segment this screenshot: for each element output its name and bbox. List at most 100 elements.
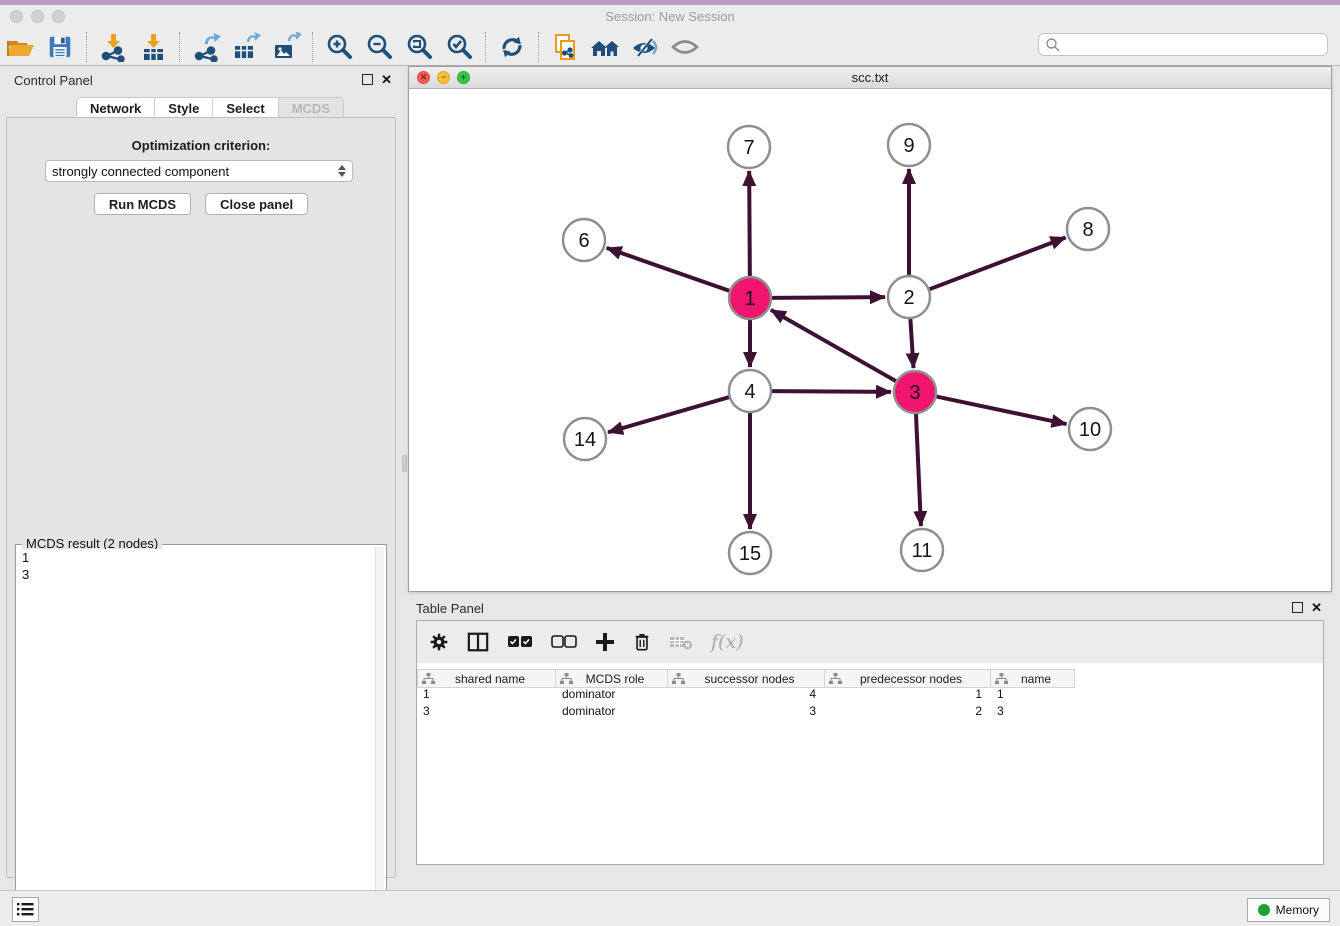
column-header-name[interactable]: name bbox=[991, 669, 1075, 688]
cell-name[interactable]: 1 bbox=[991, 686, 1075, 703]
network-file-button[interactable] bbox=[545, 30, 585, 64]
table-row[interactable]: 3dominator323 bbox=[417, 703, 1323, 720]
node-3[interactable]: 3 bbox=[894, 371, 936, 413]
memory-button[interactable]: Memory bbox=[1247, 898, 1330, 922]
edge-3-10[interactable] bbox=[937, 397, 1067, 424]
search-box[interactable] bbox=[1038, 33, 1328, 56]
table-panel-title: Table Panel bbox=[416, 601, 484, 616]
delete-column-button[interactable] bbox=[633, 632, 651, 652]
zoom-fit-button[interactable] bbox=[399, 30, 439, 64]
edge-4-14[interactable] bbox=[608, 397, 729, 432]
birds-eye-view-button[interactable] bbox=[665, 30, 705, 64]
edge-2-8[interactable] bbox=[930, 238, 1066, 290]
close-table-panel-icon[interactable]: ✕ bbox=[1311, 602, 1322, 613]
column-header-MCDS-role[interactable]: MCDS role bbox=[556, 669, 668, 688]
add-column-button[interactable] bbox=[595, 632, 615, 652]
zoom-fit-icon bbox=[404, 32, 434, 62]
column-layout-button[interactable] bbox=[467, 631, 489, 653]
delete-table-button[interactable] bbox=[669, 633, 693, 651]
run-mcds-button[interactable]: Run MCDS bbox=[94, 193, 191, 215]
open-folder-icon bbox=[5, 32, 35, 62]
unchecked-boxes-icon bbox=[551, 634, 577, 650]
close-panel-icon[interactable]: ✕ bbox=[381, 74, 392, 85]
birds-eye-icon bbox=[669, 32, 701, 62]
network-canvas[interactable]: 7 9 6 8 1 2 4 3 14 10 15 11 bbox=[409, 89, 1331, 591]
search-input[interactable] bbox=[1061, 35, 1327, 54]
mcds-result-text[interactable]: 1 3 bbox=[18, 549, 374, 918]
export-table-button[interactable] bbox=[226, 30, 266, 64]
cell-predecessor-nodes[interactable]: 2 bbox=[825, 703, 991, 720]
node-7[interactable]: 7 bbox=[728, 126, 770, 168]
column-header-predecessor-nodes[interactable]: predecessor nodes bbox=[825, 669, 991, 688]
table-settings-button[interactable] bbox=[429, 632, 449, 652]
panel-divider-handle[interactable] bbox=[402, 455, 407, 472]
criterion-dropdown[interactable]: strongly connected component bbox=[45, 160, 353, 182]
float-table-panel-icon[interactable] bbox=[1292, 602, 1303, 613]
zoom-in-button[interactable] bbox=[319, 30, 359, 64]
node-8[interactable]: 8 bbox=[1067, 208, 1109, 250]
import-table-button[interactable] bbox=[133, 30, 173, 64]
column-type-icon bbox=[560, 673, 573, 685]
cell-name[interactable]: 3 bbox=[991, 703, 1075, 720]
cell-MCDS-role[interactable]: dominator bbox=[556, 703, 668, 720]
node-9[interactable]: 9 bbox=[888, 124, 930, 166]
cell-successor-nodes[interactable]: 3 bbox=[668, 703, 825, 720]
network-window-titlebar[interactable]: ✕ − + scc.txt bbox=[409, 67, 1331, 89]
export-network-icon bbox=[191, 32, 221, 62]
zoom-selected-button[interactable] bbox=[439, 30, 479, 64]
refresh-button[interactable] bbox=[492, 30, 532, 64]
deselect-all-button[interactable] bbox=[551, 634, 577, 650]
mcds-result-scrollbar[interactable] bbox=[375, 547, 384, 919]
edge-2-3[interactable] bbox=[910, 319, 913, 368]
column-header-shared-name[interactable]: shared name bbox=[417, 669, 556, 688]
import-network-button[interactable] bbox=[93, 30, 133, 64]
memory-label: Memory bbox=[1276, 903, 1319, 917]
close-panel-button[interactable]: Close panel bbox=[205, 193, 308, 215]
edge-3-11[interactable] bbox=[916, 414, 921, 526]
select-all-button[interactable] bbox=[507, 634, 533, 650]
node-label: 11 bbox=[912, 540, 933, 562]
import-network-icon bbox=[98, 32, 128, 62]
column-header-successor-nodes[interactable]: successor nodes bbox=[668, 669, 825, 688]
cell-shared-name[interactable]: 1 bbox=[417, 686, 556, 703]
cell-shared-name[interactable]: 3 bbox=[417, 703, 556, 720]
table-row[interactable]: 1dominator411 bbox=[417, 686, 1323, 703]
node-10[interactable]: 10 bbox=[1069, 408, 1111, 450]
node-15[interactable]: 15 bbox=[729, 532, 771, 574]
cell-predecessor-nodes[interactable]: 1 bbox=[825, 686, 991, 703]
float-panel-icon[interactable] bbox=[362, 74, 373, 85]
edge-4-3[interactable] bbox=[772, 391, 891, 392]
network-window-title: scc.txt bbox=[409, 70, 1331, 85]
node-label: 2 bbox=[903, 287, 914, 309]
edge-1-6[interactable] bbox=[607, 248, 730, 291]
export-image-button[interactable] bbox=[266, 30, 306, 64]
list-icon bbox=[17, 902, 34, 917]
hide-details-eye-icon bbox=[629, 32, 661, 62]
trash-icon bbox=[633, 632, 651, 652]
node-4[interactable]: 4 bbox=[729, 370, 771, 412]
node-14[interactable]: 14 bbox=[564, 418, 606, 460]
control-panel-title: Control Panel bbox=[14, 73, 93, 88]
node-1[interactable]: 1 bbox=[729, 277, 771, 319]
zoom-out-button[interactable] bbox=[359, 30, 399, 64]
function-builder-button[interactable]: f(x) bbox=[711, 631, 744, 653]
app-window: Session: New Session bbox=[0, 0, 1340, 926]
node-2[interactable]: 2 bbox=[888, 276, 930, 318]
hide-graphics-details-button[interactable] bbox=[625, 30, 665, 64]
edge-1-7[interactable] bbox=[749, 171, 750, 276]
save-session-button[interactable] bbox=[40, 30, 80, 64]
cell-successor-nodes[interactable]: 4 bbox=[668, 686, 825, 703]
edge-1-2[interactable] bbox=[772, 297, 885, 298]
network-graph[interactable]: 7 9 6 8 1 2 4 3 14 10 15 11 bbox=[409, 89, 1331, 591]
node-11[interactable]: 11 bbox=[901, 529, 943, 571]
export-network-button[interactable] bbox=[186, 30, 226, 64]
node-6[interactable]: 6 bbox=[563, 219, 605, 261]
node-label: 6 bbox=[578, 230, 589, 252]
task-history-button[interactable] bbox=[12, 897, 39, 922]
criterion-value: strongly connected component bbox=[52, 164, 338, 179]
open-file-button[interactable] bbox=[0, 30, 40, 64]
edge-3-1[interactable] bbox=[771, 310, 896, 381]
home-layout-button[interactable] bbox=[585, 30, 625, 64]
cell-MCDS-role[interactable]: dominator bbox=[556, 686, 668, 703]
mcds-panel: Optimization criterion: strongly connect… bbox=[6, 117, 396, 878]
